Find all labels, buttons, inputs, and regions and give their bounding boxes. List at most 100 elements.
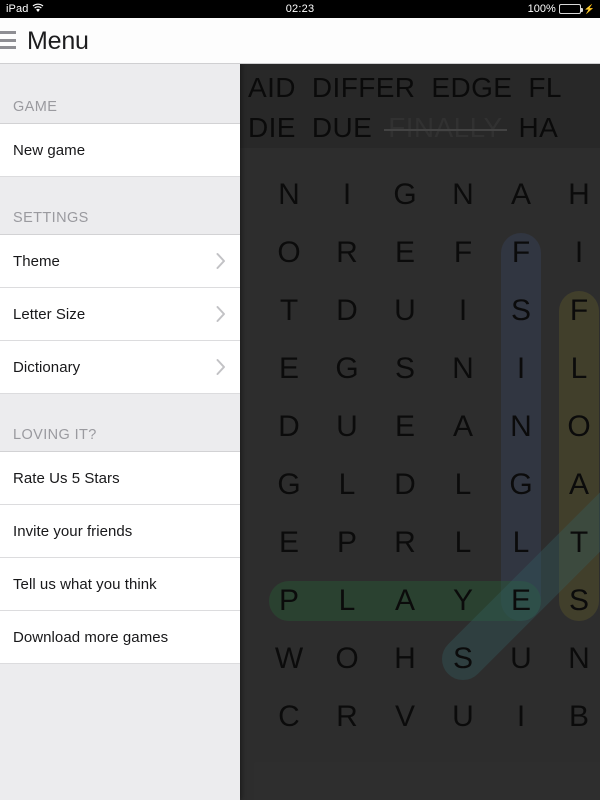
letter-cell[interactable]: L [318,468,376,502]
letter-cell[interactable]: F [434,236,492,270]
letter-grid-row: GLDLGA [240,456,600,514]
sidebar-item-rate-us[interactable]: Rate Us 5 Stars [0,452,240,505]
letter-cell[interactable]: E [376,236,434,270]
sidebar-item-label: Invite your friends [13,522,133,540]
letter-cell[interactable]: W [260,642,318,676]
letter-cell[interactable]: A [434,410,492,444]
letter-cell[interactable]: D [376,468,434,502]
letter-cell[interactable]: L [318,584,376,618]
letter-cell[interactable]: U [434,700,492,734]
letter-cell[interactable]: C [260,700,318,734]
letter-cell[interactable]: N [434,178,492,212]
sidebar-item-download-games[interactable]: Download more games [0,611,240,664]
letter-cell[interactable]: D [260,410,318,444]
lightning-bolt-icon: ⚡ [583,4,595,14]
letter-cell[interactable]: P [318,526,376,560]
letter-cell[interactable]: A [550,468,600,502]
letter-cell[interactable]: L [434,468,492,502]
letter-cell[interactable]: Y [434,584,492,618]
sidebar-item-label: New game [13,141,86,159]
letter-cell[interactable]: G [260,468,318,502]
status-bar-clock: 02:23 [0,0,600,18]
sidebar-item-theme[interactable]: Theme [0,235,240,288]
letter-cell[interactable]: U [376,294,434,328]
letter-cell[interactable]: N [492,410,550,444]
letter-cell[interactable]: O [260,236,318,270]
sidebar-item-letter-size[interactable]: Letter Size [0,288,240,341]
letter-cell[interactable]: L [550,352,600,386]
letter-cell[interactable]: I [550,236,600,270]
letter-cell[interactable]: A [376,584,434,618]
chevron-right-icon [216,306,226,323]
letter-cell[interactable]: I [492,352,550,386]
word-list-item: AID [248,72,296,103]
letter-cell[interactable]: F [492,236,550,270]
letter-cell[interactable]: A [492,178,550,212]
letter-cell[interactable]: E [376,410,434,444]
letter-cell[interactable]: G [376,178,434,212]
letter-cell[interactable]: S [492,294,550,328]
letter-cell[interactable]: S [376,352,434,386]
letter-cell[interactable]: E [492,584,550,618]
sidebar-item-label: Rate Us 5 Stars [13,469,120,487]
letter-cell[interactable]: O [318,642,376,676]
hamburger-bar-1 [0,31,16,34]
letter-cell[interactable]: U [318,410,376,444]
word-list-item: FL [528,72,562,103]
sidebar-item-label: Dictionary [13,358,81,376]
letter-grid-row: EPRLLT [240,514,600,572]
letter-grid-row: WOHSUN [240,630,600,688]
sidebar-section-header-game: GAME [0,64,240,124]
sidebar-item-new-game[interactable]: New game [0,124,240,177]
letter-cell[interactable]: R [376,526,434,560]
sidebar-item-invite-friends[interactable]: Invite your friends [0,505,240,558]
letter-cell[interactable]: E [260,526,318,560]
letter-grid-row: DUEANO [240,398,600,456]
letter-cell[interactable]: G [492,468,550,502]
sidebar-section-header-loving-it: LOVING IT? [0,394,240,452]
sidebar-menu: GAME New game SETTINGS Theme Letter Size… [0,64,240,800]
letter-cell[interactable]: N [434,352,492,386]
hamburger-bar-3 [0,46,16,49]
letter-cell[interactable]: I [434,294,492,328]
sidebar-empty-area [0,664,240,800]
clock-label: 02:23 [285,3,315,15]
sidebar-item-feedback[interactable]: Tell us what you think [0,558,240,611]
letter-cell[interactable]: N [550,642,600,676]
letter-cell[interactable]: S [434,642,492,676]
letter-cell[interactable]: I [492,700,550,734]
letter-cell[interactable]: L [492,526,550,560]
letter-cell[interactable]: D [318,294,376,328]
letter-cell[interactable]: T [260,294,318,328]
letter-cell[interactable]: I [318,178,376,212]
word-list-item: DUE [311,112,373,143]
letter-grid-row: EGSNIL [240,340,600,398]
nav-bar: Menu [0,18,600,64]
page-title: Menu [27,26,89,55]
sidebar-item-dictionary[interactable]: Dictionary [0,341,240,394]
letter-cell[interactable]: E [260,352,318,386]
hamburger-menu-icon[interactable] [0,30,18,50]
letter-cell[interactable]: R [318,236,376,270]
letter-cell[interactable]: F [550,294,600,328]
letter-cell[interactable]: T [550,526,600,560]
letter-cell[interactable]: S [550,584,600,618]
letter-grid-area[interactable]: NIGNAHOREFFITDUISFEGSNILDUEANOGLDLGAEPRL… [240,148,600,800]
letter-grid[interactable]: NIGNAHOREFFITDUISFEGSNILDUEANOGLDLGAEPRL… [240,148,600,800]
letter-cell[interactable]: R [318,700,376,734]
letter-cell[interactable]: P [260,584,318,618]
letter-cell[interactable]: H [376,642,434,676]
letter-cell[interactable]: U [492,642,550,676]
letter-cell[interactable]: V [376,700,434,734]
letter-cell[interactable]: H [550,178,600,212]
word-list-item: HA [518,112,559,143]
battery-percent-label: 100% [527,3,556,15]
letter-grid-row: OREFFI [240,224,600,282]
word-list-row-2: DIE DUE FINALLY HA [248,112,574,144]
letter-cell[interactable]: B [550,700,600,734]
letter-cell[interactable]: L [434,526,492,560]
letter-cell[interactable]: N [260,178,318,212]
letter-cell[interactable]: O [550,410,600,444]
letter-cell[interactable]: G [318,352,376,386]
hamburger-bar-2 [0,38,16,42]
